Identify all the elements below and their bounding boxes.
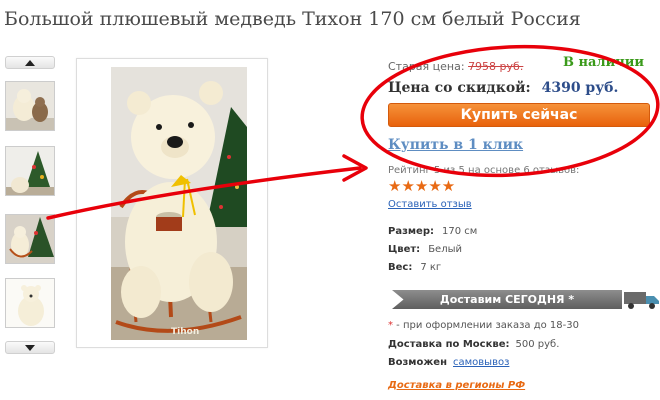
old-price-row: Старая цена: 7958 руб. [388, 60, 523, 73]
spec-color-label: Цвет: [388, 244, 421, 255]
spec-weight-value: 7 кг [420, 262, 442, 273]
spec-size: Размер: 170 см [388, 226, 477, 237]
old-price-label: Старая цена: [388, 60, 465, 73]
thumbnail-gallery [2, 56, 58, 356]
spec-weight: Вес: 7 кг [388, 262, 441, 273]
discount-price-row: Цена со скидкой: 4390 руб. [388, 80, 618, 96]
truck-icon [624, 290, 660, 310]
thumbnail-2[interactable] [5, 146, 55, 196]
spec-size-label: Размер: [388, 226, 435, 237]
main-product-image[interactable]: Tihon [111, 67, 247, 340]
moscow-delivery: Доставка по Москве: 500 руб. [388, 339, 559, 350]
leave-review-link[interactable]: Оставить отзыв [388, 199, 472, 210]
availability-status: В наличии [563, 55, 645, 70]
discount-price-value: 4390 руб. [541, 80, 619, 96]
gallery-up-button[interactable] [5, 56, 55, 69]
moscow-delivery-value: 500 руб. [515, 339, 560, 350]
spec-color: Цвет: Белый [388, 244, 462, 255]
chevron-down-icon [25, 344, 35, 351]
thumbnail-4[interactable] [5, 278, 55, 328]
annotation-arrow-head [342, 154, 368, 182]
pickup-label: Возможен [388, 357, 447, 368]
buy-one-click-link[interactable]: Купить в 1 клик [388, 137, 523, 153]
delivery-note-text: - при оформлении заказа до 18-30 [393, 320, 579, 331]
chevron-up-icon [25, 59, 35, 66]
delivery-today-banner: Доставим СЕГОДНЯ * [392, 290, 622, 309]
old-price-value: 7958 руб. [468, 60, 524, 73]
delivery-note: * - при оформлении заказа до 18-30 [388, 320, 579, 331]
buy-now-button[interactable]: Купить сейчас [388, 103, 650, 127]
gallery-down-button[interactable] [5, 341, 55, 354]
image-watermark: Tihon [171, 327, 200, 337]
spec-weight-label: Вес: [388, 262, 413, 273]
spec-size-value: 170 см [442, 226, 478, 237]
pickup-link[interactable]: самовывоз [453, 357, 509, 368]
rating-stars[interactable]: ★★★★★ [388, 177, 455, 195]
discount-price-label: Цена со скидкой: [388, 80, 531, 96]
main-image-frame: Tihon [76, 58, 268, 348]
regions-delivery-link[interactable]: Доставка в регионы РФ [388, 380, 525, 391]
thumbnail-1[interactable] [5, 81, 55, 131]
moscow-delivery-label: Доставка по Москве: [388, 339, 510, 350]
thumbnail-3[interactable] [5, 214, 55, 264]
rating-summary: Рейтинг 5 из 5 на основе 6 отзывов: [388, 165, 580, 176]
product-title: Большой плюшевый медведь Тихон 170 см бе… [4, 8, 581, 30]
spec-color-value: Белый [428, 244, 462, 255]
pickup-row: Возможен самовывоз [388, 357, 509, 368]
